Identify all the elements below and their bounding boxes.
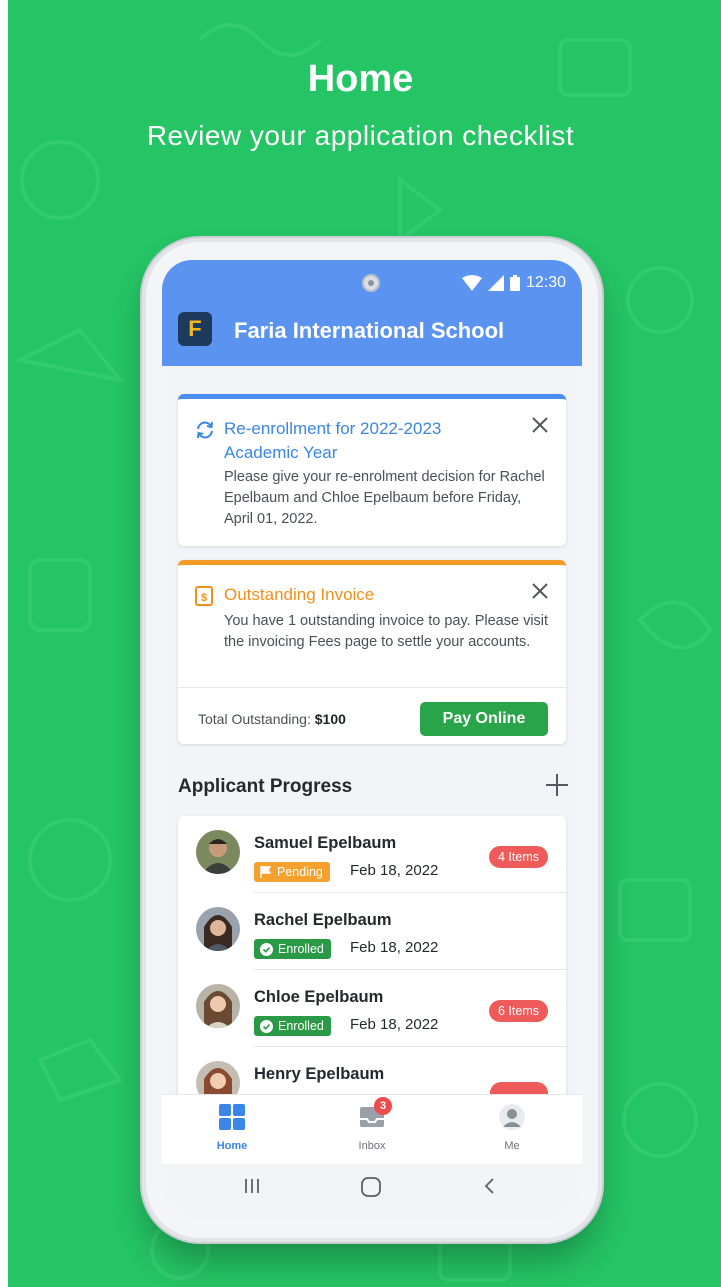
- status-bar: 12:30: [461, 274, 566, 292]
- phone-screen: 12:30 F Faria International School Re-en…: [162, 260, 582, 1218]
- back-icon[interactable]: [480, 1176, 500, 1196]
- check-circle-icon: [260, 1019, 273, 1033]
- inbox-count-badge: 3: [374, 1097, 392, 1115]
- applicant-name: Rachel Epelbaum: [254, 911, 392, 929]
- pay-online-button[interactable]: Pay Online: [420, 702, 548, 736]
- home-circle-icon[interactable]: [360, 1176, 382, 1198]
- sync-icon: [197, 421, 213, 439]
- svg-text:$: $: [201, 592, 207, 604]
- applicant-date: Feb 18, 2022: [350, 862, 439, 879]
- invoice-title: Outstanding Invoice: [224, 585, 375, 604]
- total-label: Total Outstanding:: [198, 711, 311, 727]
- close-icon[interactable]: [530, 581, 550, 601]
- nav-home[interactable]: Home: [182, 1103, 282, 1152]
- status-label: Enrolled: [278, 942, 324, 956]
- signal-icon: [487, 275, 504, 291]
- school-name: Faria International School: [234, 318, 505, 343]
- page-subtitle: Review your application checklist: [146, 120, 575, 151]
- flag-icon: [260, 866, 272, 878]
- status-label: Pending: [277, 865, 323, 879]
- avatar: [196, 907, 240, 951]
- items-badge[interactable]: 6 Items: [489, 1000, 548, 1022]
- nav-me-label: Me: [504, 1140, 520, 1152]
- recents-icon[interactable]: [242, 1176, 262, 1196]
- invoice-body: You have 1 outstanding invoice to pay. P…: [224, 613, 549, 650]
- bottom-navigation: Home 3 Inbox Me: [162, 1094, 582, 1165]
- applicant-name: Henry Epelbaum: [254, 1065, 385, 1083]
- grid-icon: [219, 1104, 245, 1130]
- school-logo: F: [178, 312, 212, 346]
- reenrollment-title: Re-enrollment for 2022-2023 Academic Yea…: [224, 419, 442, 462]
- add-icon[interactable]: [544, 772, 570, 798]
- invoice-icon: $: [195, 586, 213, 606]
- close-icon[interactable]: [530, 415, 550, 435]
- system-navigation-bar: [162, 1164, 582, 1218]
- nav-inbox[interactable]: 3 Inbox: [322, 1097, 422, 1152]
- page-title: Home: [307, 58, 414, 100]
- applicant-date: Feb 18, 2022: [350, 939, 439, 956]
- avatar: [196, 984, 240, 1028]
- status-badge: Enrolled: [254, 1016, 331, 1036]
- items-badge[interactable]: 4 Items: [489, 846, 548, 868]
- app-bar: 12:30 F Faria International School: [162, 260, 582, 366]
- reenrollment-body: Please give your re-enrolment decision f…: [224, 469, 545, 527]
- total-value: $100: [314, 711, 346, 727]
- avatar: [196, 830, 240, 874]
- applicant-row[interactable]: Chloe Epelbaum Enrolled Feb 18, 2022 6 I…: [178, 970, 566, 1047]
- left-edge-strip: [0, 0, 8, 1287]
- applicant-row[interactable]: Samuel Epelbaum Pending Feb 18, 2022 4 I…: [178, 816, 566, 893]
- phone-frame: 12:30 F Faria International School Re-en…: [146, 242, 598, 1238]
- wifi-icon: [461, 275, 482, 291]
- applicant-date: Feb 18, 2022: [350, 1016, 439, 1033]
- front-camera: [362, 274, 380, 292]
- nav-home-label: Home: [216, 1140, 248, 1152]
- status-time: 12:30: [525, 274, 566, 291]
- check-circle-icon: [260, 942, 273, 956]
- nav-me[interactable]: Me: [462, 1103, 562, 1152]
- nav-inbox-label: Inbox: [358, 1140, 386, 1152]
- applicant-row[interactable]: Rachel Epelbaum Enrolled Feb 18, 2022: [178, 893, 566, 970]
- card-divider: [178, 687, 566, 688]
- user-avatar-icon: [499, 1104, 525, 1130]
- reenrollment-card[interactable]: Re-enrollment for 2022-2023 Academic Yea…: [178, 394, 566, 546]
- invoice-card[interactable]: $ Outstanding Invoice You have 1 outstan…: [178, 560, 566, 744]
- battery-icon: [509, 275, 520, 291]
- status-badge: Enrolled: [254, 939, 331, 959]
- applicant-progress-title: Applicant Progress: [178, 776, 353, 797]
- applicant-name: Chloe Epelbaum: [254, 988, 384, 1006]
- total-outstanding: Total Outstanding: $100: [198, 711, 346, 727]
- applicant-name: Samuel Epelbaum: [254, 834, 397, 852]
- status-badge: Pending: [254, 862, 330, 882]
- status-label: Enrolled: [278, 1019, 324, 1033]
